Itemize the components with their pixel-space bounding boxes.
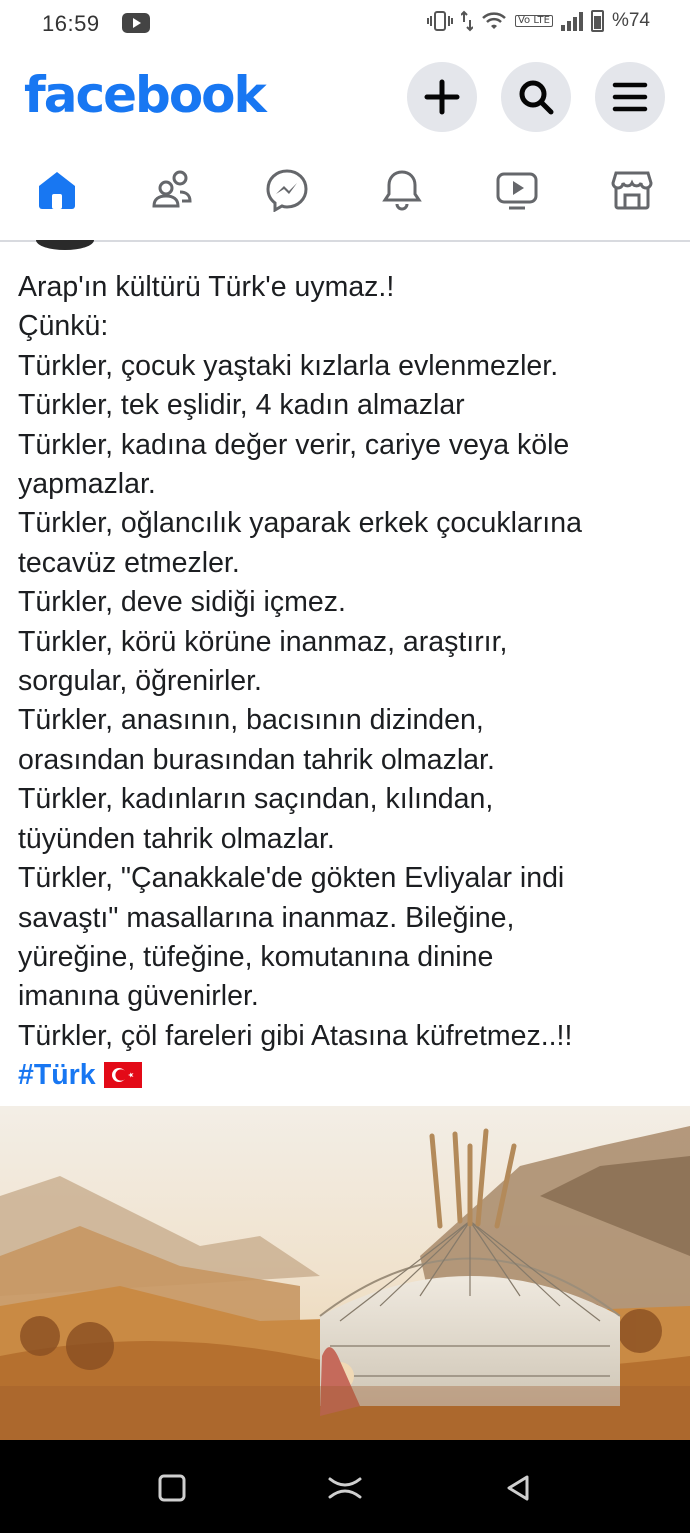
post-text-line: yapmazlar. bbox=[18, 468, 156, 501]
recent-apps-button[interactable] bbox=[152, 1468, 192, 1508]
tab-notifications[interactable] bbox=[378, 166, 426, 214]
turkish-flag-icon bbox=[103, 1062, 142, 1089]
post-text-line: yüreğine, tüfeğine, komutanına dinine bbox=[18, 940, 494, 973]
yurt-landscape-image bbox=[0, 1106, 690, 1440]
status-bar: 16:59 Vo LTE %74 bbox=[0, 0, 690, 48]
status-icons: Vo LTE %74 bbox=[426, 10, 650, 32]
battery-level: %74 bbox=[611, 10, 650, 31]
wifi-icon bbox=[482, 12, 506, 29]
post-text-line: orasından burasından tahrik olmazlar. bbox=[18, 743, 495, 776]
signal-icon bbox=[560, 11, 583, 31]
post-text-line: Türkler, oğlancılık yaparak erkek çocukl… bbox=[18, 507, 582, 540]
post-text-line: Türkler, çocuk yaştaki kızlarla evlenmez… bbox=[18, 349, 559, 382]
post-image[interactable] bbox=[0, 1106, 690, 1440]
post-text-line: Türkler, körü körüne inanmaz, araştırır, bbox=[18, 625, 508, 658]
post-text-line: Çünkü: bbox=[18, 310, 109, 343]
menu-button[interactable] bbox=[595, 62, 665, 132]
hamburger-menu-icon bbox=[612, 82, 648, 112]
search-icon bbox=[519, 80, 554, 115]
bell-icon bbox=[382, 170, 422, 211]
post-text-line: Türkler, kadınların saçından, kılından, bbox=[18, 783, 494, 816]
home-gesture-button[interactable] bbox=[325, 1468, 365, 1508]
hashtag-line: #Türk bbox=[18, 1056, 678, 1095]
messenger-icon bbox=[266, 169, 308, 212]
back-button[interactable] bbox=[498, 1468, 538, 1508]
main-tabs bbox=[0, 144, 690, 242]
create-button[interactable] bbox=[407, 62, 477, 132]
battery-icon bbox=[590, 10, 604, 32]
post-text-line: Türkler, anasının, bacısının dizinden, bbox=[18, 704, 484, 737]
tab-messenger[interactable] bbox=[263, 166, 311, 214]
post-text-line: savaştı" masallarına inanmaz. Bileğine, bbox=[18, 901, 515, 934]
volte-icon: Vo LTE bbox=[514, 15, 553, 27]
post-text-line: Arap'ın kültürü Türk'e uymaz.! bbox=[18, 271, 395, 303]
post-text-line: tüyünden tahrik olmazlar. bbox=[18, 822, 335, 855]
hashtag-link[interactable]: #Türk bbox=[18, 1059, 96, 1091]
post-text: Arap'ın kültürü Türk'e uymaz.! Çünkü: Türk… bbox=[18, 268, 678, 1096]
avatar[interactable] bbox=[36, 240, 94, 250]
post-text-line: imanına güvenirler. bbox=[18, 980, 259, 1013]
data-transfer-icon bbox=[460, 10, 473, 32]
post-text-line: tecavüz etmezler. bbox=[18, 546, 240, 579]
marketplace-icon bbox=[611, 171, 653, 210]
post-text-line: Türkler, tek eşlidir, 4 kadın almazlar bbox=[18, 389, 465, 422]
post-text-line: Türkler, kadına değer verir, cariye veya… bbox=[18, 428, 570, 461]
home-icon bbox=[39, 172, 75, 209]
system-navigation-bar bbox=[0, 1440, 690, 1533]
status-time: 16:59 bbox=[42, 11, 100, 36]
tab-home[interactable] bbox=[33, 166, 81, 214]
home-gesture-icon bbox=[328, 1477, 362, 1499]
app-header: facebook bbox=[0, 48, 690, 144]
vibrate-icon bbox=[426, 11, 453, 31]
post-text-line: Türkler, çöl fareleri gibi Atasına küfre… bbox=[18, 1019, 573, 1052]
tab-video[interactable] bbox=[493, 166, 541, 214]
youtube-notification-icon bbox=[122, 13, 150, 33]
post-text-line: Türkler, "Çanakkale'de gökten Evliyalar … bbox=[18, 862, 565, 895]
friends-icon bbox=[152, 170, 192, 208]
search-button[interactable] bbox=[501, 62, 571, 132]
tab-friends[interactable] bbox=[148, 166, 196, 214]
tab-marketplace[interactable] bbox=[608, 166, 656, 214]
facebook-logo[interactable]: facebook bbox=[24, 66, 267, 124]
plus-icon bbox=[424, 79, 460, 115]
video-icon bbox=[496, 172, 538, 210]
post-text-line: Türkler, deve sidiği içmez. bbox=[18, 586, 346, 619]
recent-apps-icon bbox=[158, 1474, 186, 1502]
back-icon bbox=[507, 1475, 529, 1501]
post-text-line: sorgular, öğrenirler. bbox=[18, 665, 262, 698]
